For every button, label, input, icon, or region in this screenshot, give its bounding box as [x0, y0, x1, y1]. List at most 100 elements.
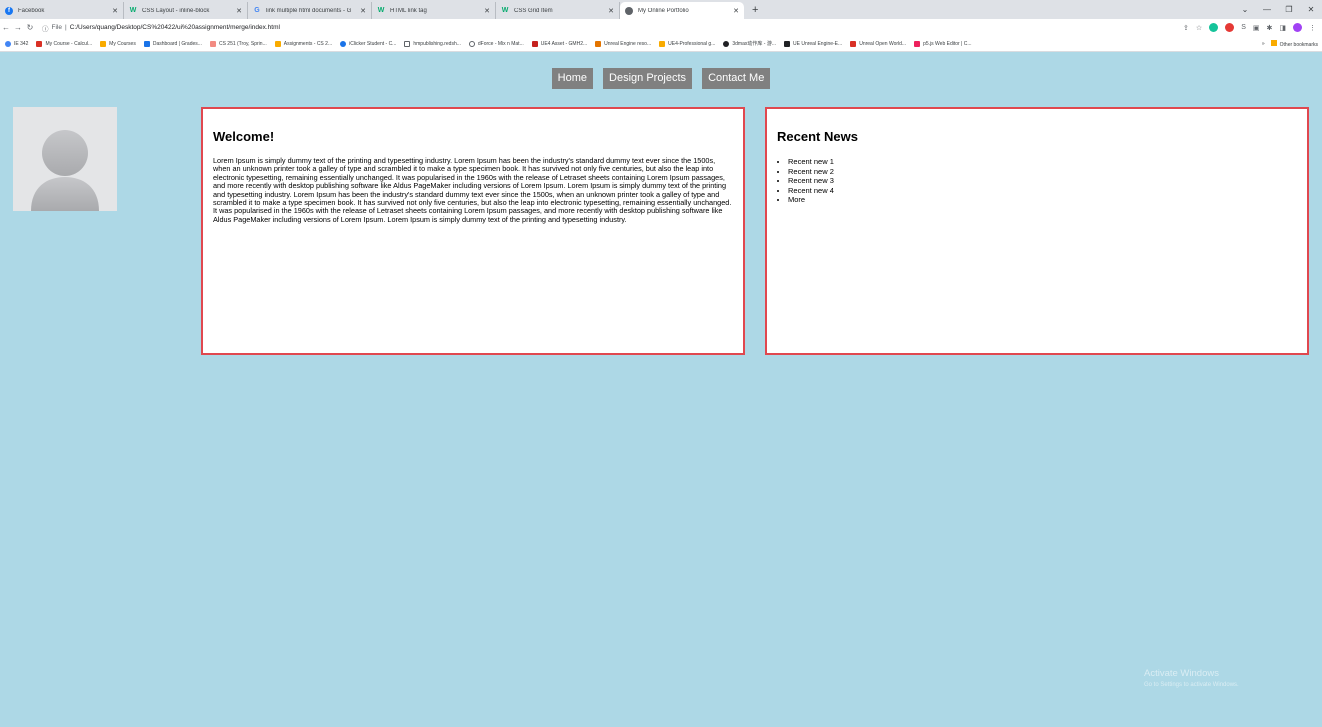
- browser-tab[interactable]: f Facebook ✕: [0, 2, 124, 19]
- window-controls: ⌄ — ❐ ✕: [1234, 0, 1322, 19]
- reload-icon[interactable]: ↻: [24, 23, 36, 32]
- bookmark-icon: [404, 40, 411, 47]
- welcome-body: Lorem Ipsum is simply dummy text of the …: [213, 156, 732, 224]
- tab-title: HTML link tag: [390, 7, 427, 14]
- list-item: Recent new 2: [788, 167, 1297, 177]
- close-icon[interactable]: ✕: [236, 7, 242, 15]
- profile-avatar-icon[interactable]: [1293, 23, 1302, 32]
- address-toolbar: ← → ↻ ⓘ File | C:/Users/quang/Desktop/CS…: [0, 19, 1322, 36]
- bookmark-item[interactable]: Dashboard | Grades...: [143, 40, 202, 47]
- bookmark-item[interactable]: IE 342: [5, 40, 28, 47]
- extension-box-icon[interactable]: ▣: [1253, 24, 1260, 32]
- extension-s-icon[interactable]: S: [1241, 24, 1246, 31]
- bookmark-item[interactable]: iClicker Student - C...: [340, 40, 396, 47]
- site-nav: Home Design Projects Contact Me: [0, 68, 1322, 89]
- w3schools-icon: W: [129, 6, 137, 14]
- avatar: [13, 107, 117, 211]
- list-item: Recent new 3: [788, 176, 1297, 186]
- other-bookmarks[interactable]: Other bookmarks: [1270, 40, 1318, 48]
- extension-red-icon[interactable]: [1225, 23, 1235, 32]
- bookmark-item[interactable]: Unreal Open World...: [850, 40, 906, 47]
- bookmark-item[interactable]: 3dmax动作库 - 游...: [723, 40, 776, 47]
- news-panel: Recent News Recent new 1 Recent new 2 Re…: [765, 107, 1309, 355]
- close-icon[interactable]: ✕: [112, 7, 118, 15]
- browser-tab[interactable]: W CSS Grid Item ✕: [496, 2, 620, 19]
- separator: |: [64, 24, 67, 31]
- bookmark-item[interactable]: hmpublishing.redsh...: [404, 40, 461, 47]
- watermark-subtitle: Go to Settings to activate Windows.: [1144, 682, 1239, 688]
- list-item: More: [788, 195, 1297, 205]
- bookmark-item[interactable]: UE4 Asset - GMH2...: [531, 40, 587, 47]
- bookmark-item[interactable]: Assignments - CS 2...: [274, 40, 332, 47]
- folder-icon: [1270, 40, 1277, 46]
- browser-tab-strip: f Facebook ✕ W CSS Layout - inline-block…: [0, 0, 1322, 19]
- scheme-label: File: [51, 24, 62, 31]
- menu-icon[interactable]: ⋮: [1309, 24, 1316, 32]
- browser-tab[interactable]: W HTML link tag ✕: [372, 2, 496, 19]
- minimize-icon[interactable]: —: [1256, 5, 1278, 14]
- chevron-right-icon[interactable]: »: [1262, 41, 1265, 47]
- bookmark-icon: [36, 40, 43, 47]
- news-heading: Recent News: [777, 129, 858, 144]
- tab-title: Facebook: [18, 7, 45, 14]
- w3schools-icon: W: [377, 6, 385, 14]
- bookmark-icon: [468, 40, 475, 47]
- watermark-title: Activate Windows: [1144, 668, 1219, 679]
- tab-title: CSS Grid Item: [514, 7, 553, 14]
- restore-icon[interactable]: ❐: [1278, 5, 1300, 14]
- puzzle-icon[interactable]: ✱: [1267, 24, 1273, 32]
- bookmark-item[interactable]: UE Unreal Engine-E...: [784, 40, 842, 47]
- user-placeholder-icon: [13, 107, 117, 211]
- browser-tab[interactable]: G link multiple html documents - G ✕: [248, 2, 372, 19]
- close-icon[interactable]: ✕: [360, 7, 366, 15]
- bookmark-item[interactable]: CS 251 (Troy, Sprin...: [209, 40, 267, 47]
- bookmark-item[interactable]: dForce - Mix n Mat...: [468, 40, 524, 47]
- bookmark-icon: [723, 40, 730, 47]
- star-icon[interactable]: ☆: [1196, 24, 1202, 32]
- welcome-panel: Welcome! Lorem Ipsum is simply dummy tex…: [201, 107, 745, 355]
- bookmark-item[interactable]: p5.js Web Editor | C...: [914, 40, 972, 47]
- bookmark-item[interactable]: My Courses: [100, 40, 136, 47]
- globe-icon: [625, 6, 633, 15]
- grammarly-icon[interactable]: [1209, 23, 1219, 32]
- browser-tab-active[interactable]: My Online Portfolio ✕: [620, 2, 744, 19]
- google-icon: G: [254, 6, 260, 14]
- w3schools-icon: W: [501, 6, 509, 14]
- info-icon[interactable]: ⓘ: [42, 23, 49, 33]
- chevron-down-icon[interactable]: ⌄: [1234, 5, 1256, 14]
- back-icon[interactable]: ←: [0, 23, 12, 32]
- extension-area: ⇪ ☆ S ▣ ✱ ◨ ⋮: [1183, 19, 1316, 36]
- close-icon[interactable]: ✕: [484, 7, 490, 15]
- nav-design-projects-button[interactable]: Design Projects: [603, 68, 693, 89]
- browser-tab[interactable]: W CSS Layout - inline-block ✕: [124, 2, 248, 19]
- new-tab-icon[interactable]: +: [752, 2, 758, 19]
- bookmark-icon: [209, 40, 216, 47]
- bookmark-item[interactable]: UE4-Professional g...: [659, 40, 715, 47]
- activate-windows-watermark: Activate Windows Go to Settings to activ…: [1144, 668, 1239, 688]
- bookmark-item[interactable]: My Course - Calcul...: [36, 40, 92, 47]
- tab-title: My Online Portfolio: [638, 7, 689, 14]
- bookmark-icon: [914, 40, 921, 47]
- close-window-icon[interactable]: ✕: [1300, 5, 1322, 14]
- nav-home-button[interactable]: Home: [551, 68, 594, 89]
- bookmark-item[interactable]: Unreal Engine reso...: [595, 40, 651, 47]
- bookmark-icon: [784, 40, 790, 47]
- share-icon[interactable]: ⇪: [1183, 24, 1189, 32]
- sidepanel-icon[interactable]: ◨: [1279, 24, 1286, 32]
- bookmarks-overflow: » Other bookmarks: [1262, 36, 1318, 51]
- bookmark-icon: [340, 40, 347, 47]
- close-icon[interactable]: ✕: [608, 7, 614, 15]
- nav-contact-button[interactable]: Contact Me: [702, 68, 771, 89]
- bookmark-icon: [595, 40, 602, 47]
- tab-title: link multiple html documents - G: [266, 7, 352, 14]
- list-item: Recent new 1: [788, 157, 1297, 167]
- bookmark-icon: [659, 40, 666, 47]
- close-icon[interactable]: ✕: [733, 7, 739, 15]
- facebook-icon: f: [5, 6, 13, 15]
- url-text: C:/Users/quang/Desktop/CS%20422/ui%20ass…: [69, 24, 280, 31]
- bookmark-icon: [531, 40, 538, 47]
- forward-icon[interactable]: →: [12, 23, 24, 32]
- bookmark-icon: [143, 40, 150, 47]
- address-input[interactable]: ⓘ File | C:/Users/quang/Desktop/CS%20422…: [42, 23, 280, 33]
- welcome-heading: Welcome!: [213, 129, 275, 144]
